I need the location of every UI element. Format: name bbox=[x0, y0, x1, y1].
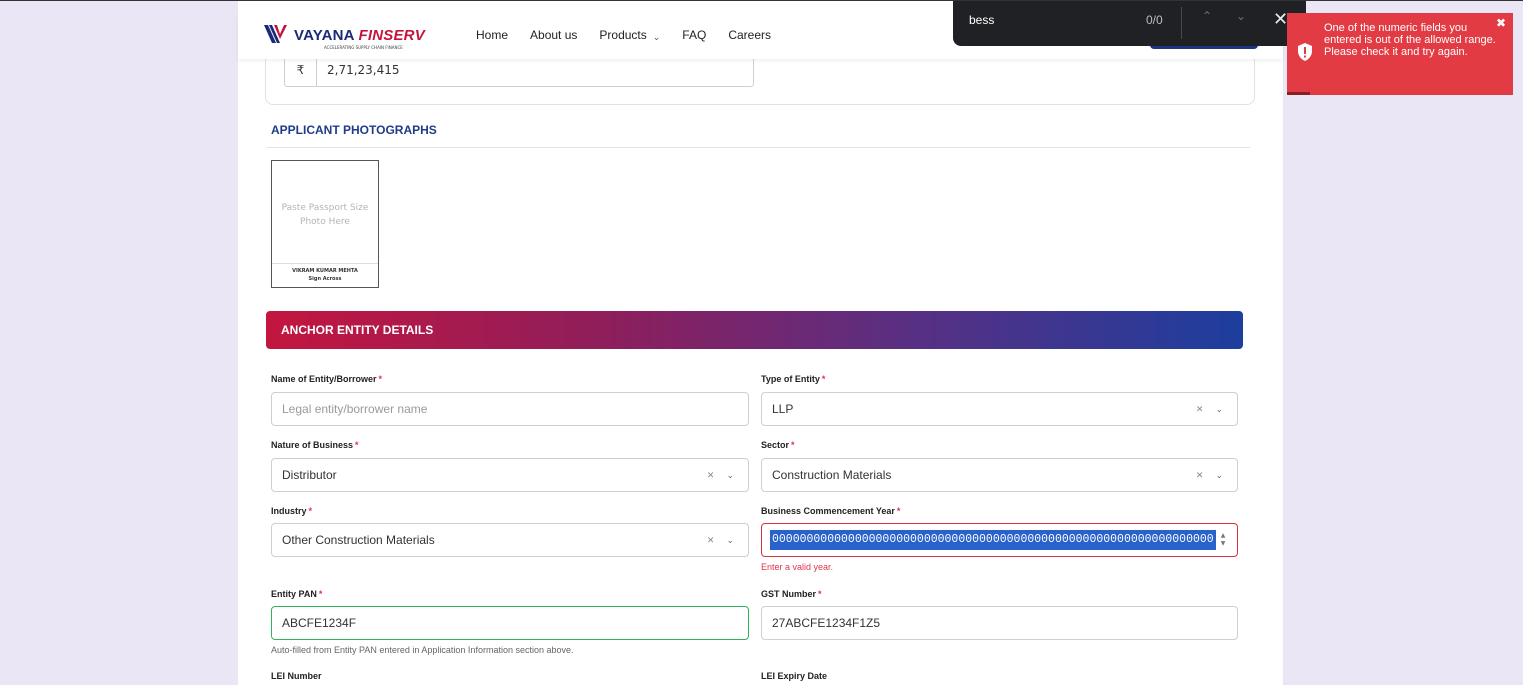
section-divider bbox=[266, 147, 1250, 148]
find-input[interactable]: bess bbox=[969, 13, 994, 27]
commencement-year-label: Business Commencement Year * bbox=[761, 506, 901, 516]
entity-pan-label: Entity PAN * bbox=[271, 589, 323, 599]
nature-business-select[interactable]: Distributor ✕ ⌄ bbox=[271, 458, 749, 492]
chevron-down-icon[interactable]: ⌄ bbox=[726, 535, 734, 546]
industry-label: Industry * bbox=[271, 506, 313, 516]
toast-progress-bar bbox=[1287, 92, 1310, 95]
close-icon[interactable]: ✕ bbox=[1273, 9, 1288, 30]
toast-message: One of the numeric fields you entered is… bbox=[1324, 22, 1496, 58]
find-bar: bess 0/0 ⌃ ⌄ ✕ bbox=[953, 1, 1306, 46]
chevron-down-icon[interactable]: ⌄ bbox=[1215, 470, 1223, 481]
entity-type-value: LLP bbox=[772, 402, 794, 416]
find-next-icon[interactable]: ⌄ bbox=[1236, 9, 1246, 23]
nature-business-label: Nature of Business * bbox=[271, 440, 359, 450]
clear-icon[interactable]: ✕ bbox=[1196, 470, 1204, 481]
brand-logo[interactable]: VAYANA FINSERV ACCELERATING SUPPLY CHAIN… bbox=[264, 21, 464, 51]
photo-box: Paste Passport Size Photo Here VIKRAM KU… bbox=[271, 160, 379, 288]
nature-business-value: Distributor bbox=[282, 468, 337, 482]
commencement-year-value[interactable]: 0000000000000000000000000000000000000000… bbox=[770, 530, 1216, 550]
brand-name: VAYANA FINSERV bbox=[294, 27, 425, 44]
find-previous-icon[interactable]: ⌃ bbox=[1202, 9, 1212, 23]
gst-number-input[interactable]: 27ABCFE1234F1Z5 bbox=[761, 606, 1238, 640]
spin-down-icon: ▼ bbox=[1220, 540, 1226, 547]
nav-about[interactable]: About us bbox=[530, 28, 577, 42]
sector-value: Construction Materials bbox=[772, 468, 892, 482]
shield-alert-icon bbox=[1298, 43, 1312, 61]
industry-value: Other Construction Materials bbox=[282, 533, 435, 547]
sector-label: Sector * bbox=[761, 440, 795, 450]
brand-tagline: ACCELERATING SUPPLY CHAIN FINANCE bbox=[324, 45, 403, 50]
nav-careers[interactable]: Careers bbox=[728, 28, 771, 42]
lei-expiry-label: LEI Expiry Date bbox=[761, 671, 828, 681]
entity-type-select[interactable]: LLP ✕ ⌄ bbox=[761, 392, 1238, 426]
banner-title: ANCHOR ENTITY DETAILS bbox=[281, 323, 434, 337]
chevron-down-icon[interactable]: ⌄ bbox=[726, 470, 734, 481]
clear-icon[interactable]: ✕ bbox=[707, 470, 715, 481]
sector-select[interactable]: Construction Materials ✕ ⌄ bbox=[761, 458, 1238, 492]
nav-links: Home About us Products ⌄ FAQ Careers bbox=[476, 28, 793, 42]
brand-v-icon bbox=[264, 25, 287, 43]
photo-caption: VIKRAM KUMAR MEHTA Sign Across bbox=[272, 267, 378, 283]
chevron-down-icon[interactable]: ⌄ bbox=[1215, 404, 1223, 415]
nav-products[interactable]: Products ⌄ bbox=[599, 28, 660, 42]
clear-icon[interactable]: ✕ bbox=[707, 535, 715, 546]
anchor-entity-banner: ANCHOR ENTITY DETAILS bbox=[266, 311, 1243, 349]
applicant-name: VIKRAM KUMAR MEHTA bbox=[292, 268, 358, 274]
error-toast: One of the numeric fields you entered is… bbox=[1287, 13, 1513, 95]
entity-name-label: Name of Entity/Borrower * bbox=[271, 374, 383, 384]
commencement-year-error: Enter a valid year. bbox=[761, 562, 834, 572]
gst-number-label: GST Number * bbox=[761, 589, 822, 599]
lei-number-label: LEI Number bbox=[271, 671, 322, 681]
find-divider bbox=[1181, 7, 1182, 39]
chevron-down-icon: ⌄ bbox=[652, 31, 661, 42]
nav-home[interactable]: Home bbox=[476, 28, 508, 42]
find-match-count: 0/0 bbox=[1146, 13, 1163, 27]
entity-type-label: Type of Entity * bbox=[761, 374, 826, 384]
clear-icon[interactable]: ✕ bbox=[1196, 404, 1204, 415]
sign-across-note: Sign Across bbox=[308, 276, 342, 282]
entity-pan-help: Auto-filled from Entity PAN entered in A… bbox=[271, 645, 574, 655]
entity-name-input[interactable]: Legal entity/borrower name bbox=[271, 392, 749, 426]
photographs-title: APPLICANT PHOTOGRAPHS bbox=[271, 123, 437, 137]
industry-select[interactable]: Other Construction Materials ✕ ⌄ bbox=[271, 523, 749, 557]
number-spinner[interactable]: ▲ ▼ bbox=[1219, 531, 1227, 549]
photo-hint: Paste Passport Size Photo Here bbox=[281, 203, 369, 227]
close-icon[interactable]: ✖ bbox=[1496, 16, 1506, 30]
nav-faq[interactable]: FAQ bbox=[682, 28, 706, 42]
entity-pan-input[interactable]: ABCFE1234F bbox=[271, 606, 749, 640]
photo-divider bbox=[272, 263, 378, 264]
spin-up-icon: ▲ bbox=[1220, 532, 1226, 539]
